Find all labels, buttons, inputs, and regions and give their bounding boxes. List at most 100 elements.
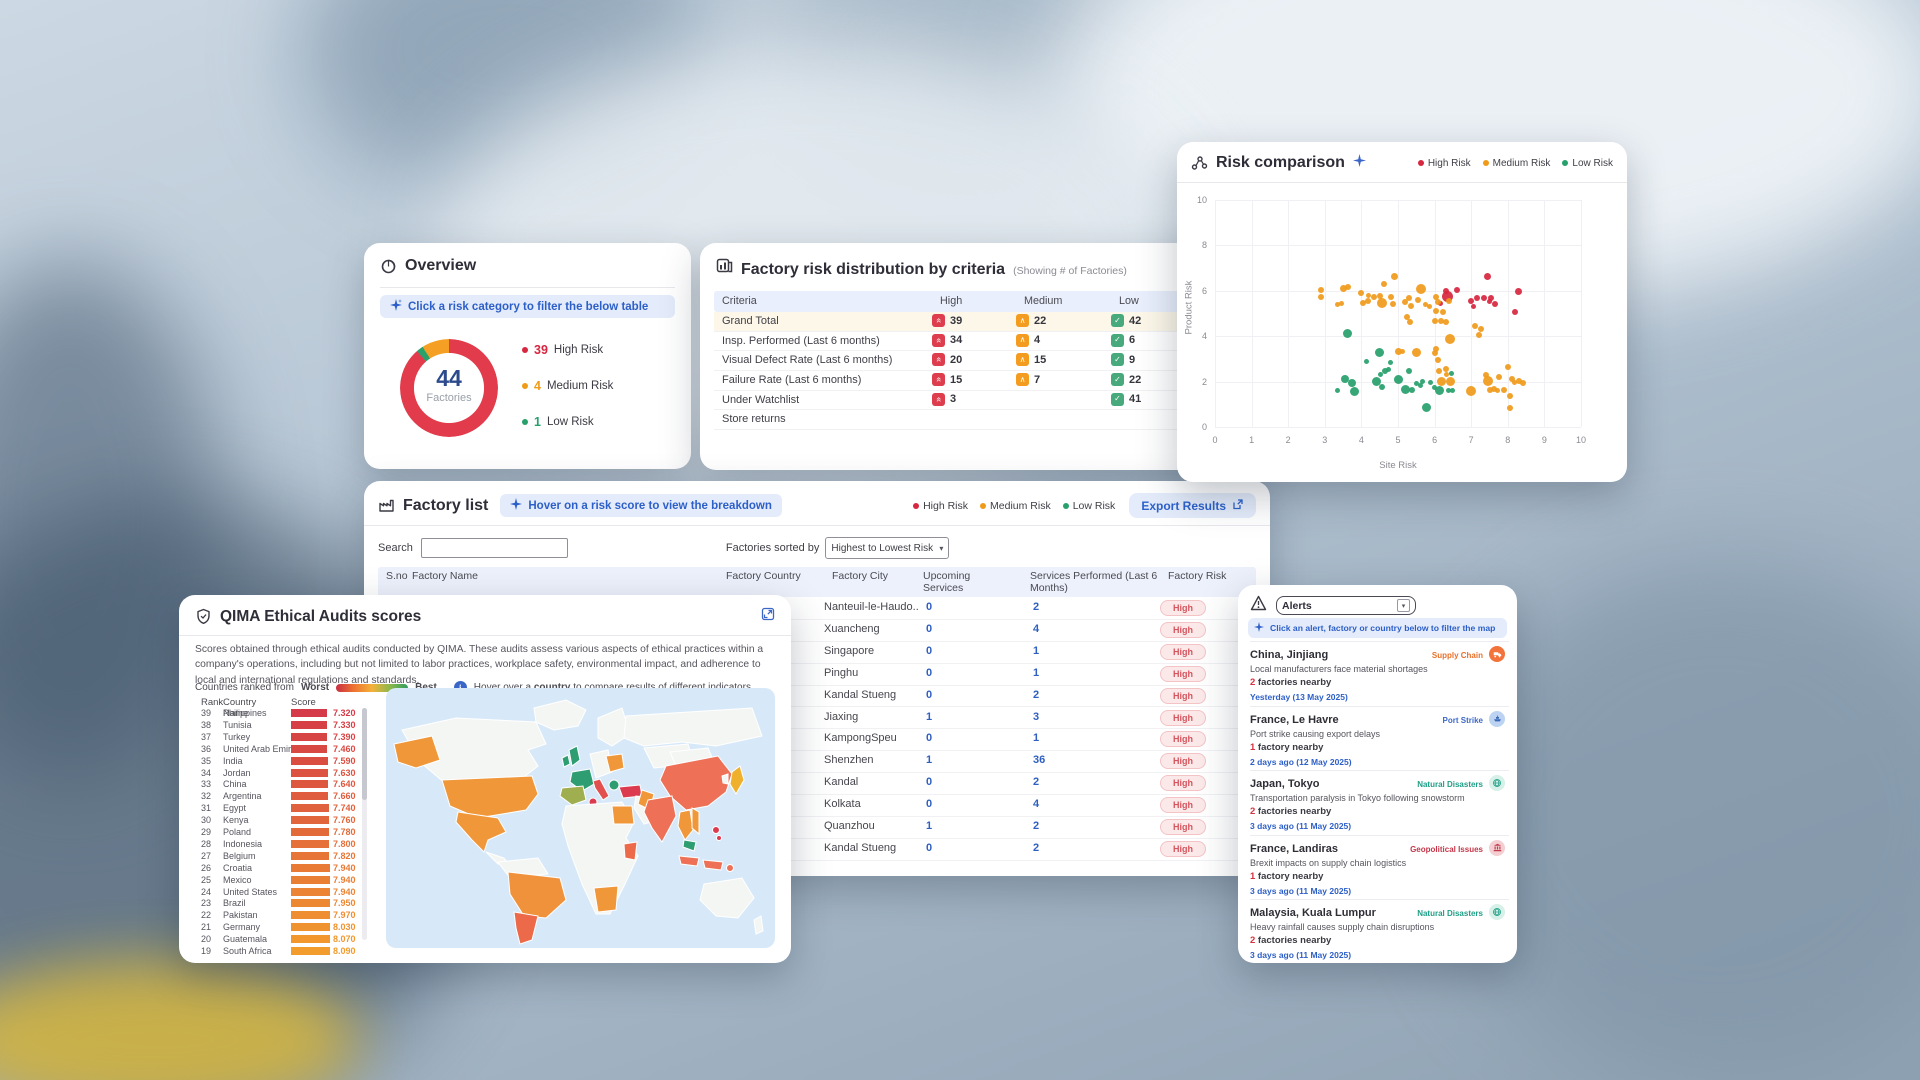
data-point[interactable] <box>1415 297 1421 303</box>
data-point[interactable] <box>1520 380 1526 386</box>
data-point[interactable] <box>1496 374 1502 380</box>
data-point[interactable] <box>1400 349 1405 354</box>
data-point[interactable] <box>1445 334 1455 344</box>
data-point[interactable] <box>1481 295 1487 301</box>
column-header[interactable]: Factory Country <box>726 571 821 583</box>
data-point[interactable] <box>1335 302 1340 307</box>
data-point[interactable] <box>1495 388 1500 393</box>
distribution-row[interactable]: Under Watchlist » 3 ✓ 41 <box>714 391 1248 411</box>
data-point[interactable] <box>1433 308 1439 314</box>
data-point[interactable] <box>1512 309 1518 315</box>
data-point[interactable] <box>1422 403 1431 412</box>
column-header[interactable]: Factory Risk <box>1168 571 1238 583</box>
data-point[interactable] <box>1377 298 1387 308</box>
search-input[interactable] <box>421 538 568 558</box>
overview-filter-banner[interactable]: Click a risk category to filter the belo… <box>380 295 675 318</box>
risk-badge[interactable]: High <box>1160 775 1206 791</box>
data-point[interactable] <box>1443 366 1449 372</box>
data-point[interactable] <box>1466 386 1476 396</box>
data-point[interactable] <box>1406 368 1412 374</box>
legend-item[interactable]: Low Risk <box>1562 158 1613 169</box>
data-point[interactable] <box>1446 298 1452 304</box>
data-point[interactable] <box>1507 393 1513 399</box>
risk-badge[interactable]: High <box>1160 600 1206 616</box>
risk-badge[interactable]: High <box>1160 731 1206 747</box>
data-point[interactable] <box>1394 375 1403 384</box>
alert-date[interactable]: 3 days ago (11 May 2025) <box>1250 886 1351 896</box>
data-point[interactable] <box>1345 284 1351 290</box>
data-point[interactable] <box>1435 357 1441 363</box>
data-point[interactable] <box>1492 301 1498 307</box>
alert-item[interactable]: China, Jinjiang Supply Chain Local manuf… <box>1250 641 1509 706</box>
legend-item[interactable]: Medium Risk <box>980 500 1051 512</box>
data-point[interactable] <box>1390 301 1396 307</box>
data-point[interactable] <box>1408 303 1414 309</box>
data-point[interactable] <box>1474 295 1480 301</box>
data-point[interactable] <box>1358 290 1364 296</box>
column-header[interactable]: Upcoming Services <box>923 571 985 594</box>
data-point[interactable] <box>1476 332 1482 338</box>
alert-date[interactable]: 3 days ago (11 May 2025) <box>1250 821 1351 831</box>
data-point[interactable] <box>1412 348 1421 357</box>
alert-date[interactable]: 3 days ago (11 May 2025) <box>1250 950 1351 960</box>
distribution-row[interactable]: Failure Rate (Last 6 months) » 15 ∧ 7 ✓ … <box>714 371 1248 391</box>
column-header[interactable]: Factory Name <box>412 571 542 583</box>
data-point[interactable] <box>1432 318 1438 324</box>
data-point[interactable] <box>1406 295 1412 301</box>
expand-icon[interactable] <box>761 607 775 626</box>
data-point[interactable] <box>1440 309 1446 315</box>
data-point[interactable] <box>1507 405 1513 411</box>
data-point[interactable] <box>1364 359 1369 364</box>
distribution-row[interactable]: Visual Defect Rate (Last 6 months) » 20 … <box>714 351 1248 371</box>
alert-item[interactable]: France, Landiras Geopolitical Issues Bre… <box>1250 835 1509 900</box>
alert-date[interactable]: 2 days ago (12 May 2025) <box>1250 757 1352 767</box>
data-point[interactable] <box>1435 386 1444 395</box>
data-point[interactable] <box>1487 299 1492 304</box>
data-point[interactable] <box>1484 273 1491 280</box>
scatter-plot[interactable]: 0 1 2 3 4 5 6 7 8 9 10 0 2 4 6 8 10 <box>1215 200 1581 427</box>
data-point[interactable] <box>1436 368 1442 374</box>
data-point[interactable] <box>1437 377 1446 386</box>
data-point[interactable] <box>1365 298 1371 304</box>
export-results-button[interactable]: Export Results <box>1129 493 1256 518</box>
data-point[interactable] <box>1505 364 1511 370</box>
data-point[interactable] <box>1432 350 1438 356</box>
risk-badge[interactable]: High <box>1160 622 1206 638</box>
data-point[interactable] <box>1443 288 1449 294</box>
legend-item[interactable]: Low Risk <box>1063 500 1116 512</box>
alerts-filter-banner[interactable]: Click an alert, factory or country below… <box>1248 618 1507 638</box>
data-point[interactable] <box>1515 288 1522 295</box>
data-point[interactable] <box>1471 304 1476 309</box>
alert-item[interactable]: Japan, Tokyo Natural Disasters Transport… <box>1250 770 1509 835</box>
column-header[interactable]: Services Performed (Last 6 Months) <box>1030 571 1180 594</box>
overview-legend-item[interactable]: 4Medium Risk <box>522 379 613 393</box>
distribution-row[interactable]: Grand Total » 39 ∧ 22 ✓ 42 <box>714 312 1248 332</box>
data-point[interactable] <box>1382 368 1388 374</box>
legend-item[interactable]: Medium Risk <box>1483 158 1551 169</box>
alert-item[interactable]: France, Le Havre Port Strike Port strike… <box>1250 706 1509 771</box>
data-point[interactable] <box>1409 387 1415 393</box>
alert-date[interactable]: Yesterday (13 May 2025) <box>1250 692 1348 702</box>
alert-item[interactable]: Malaysia, Kuala Lumpur Natural Disasters… <box>1250 899 1509 963</box>
risk-badge[interactable]: High <box>1160 753 1206 769</box>
data-point[interactable] <box>1416 284 1426 294</box>
data-point[interactable] <box>1446 377 1455 386</box>
risk-badge[interactable]: High <box>1160 797 1206 813</box>
data-point[interactable] <box>1318 287 1324 293</box>
data-point[interactable] <box>1472 323 1478 329</box>
column-header[interactable]: Factory City <box>832 571 917 583</box>
data-point[interactable] <box>1443 319 1449 325</box>
data-point[interactable] <box>1335 388 1340 393</box>
data-point[interactable] <box>1420 379 1425 384</box>
data-point[interactable] <box>1375 348 1384 357</box>
risk-badge[interactable]: High <box>1160 841 1206 857</box>
alerts-dropdown[interactable]: Alerts ▾ <box>1276 596 1416 615</box>
legend-item[interactable]: High Risk <box>913 500 968 512</box>
data-point[interactable] <box>1381 281 1387 287</box>
data-point[interactable] <box>1407 319 1413 325</box>
world-map[interactable] <box>386 688 775 948</box>
data-point[interactable] <box>1501 387 1507 393</box>
data-point[interactable] <box>1449 371 1454 376</box>
distribution-row[interactable]: Store returns <box>714 410 1248 430</box>
risk-badge[interactable]: High <box>1160 666 1206 682</box>
